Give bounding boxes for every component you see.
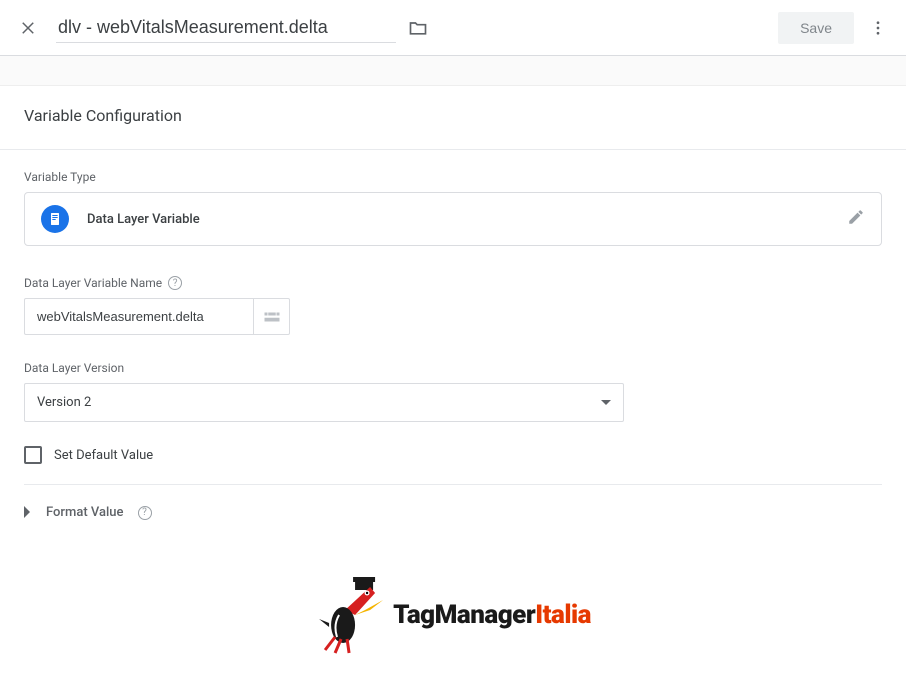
help-icon[interactable]: ? xyxy=(168,276,182,290)
help-icon[interactable]: ? xyxy=(138,506,152,520)
panel-title: Variable Configuration xyxy=(24,106,882,125)
watermark-logo: TagManagerItalia xyxy=(315,575,591,655)
close-button[interactable] xyxy=(16,16,40,40)
variable-type-label: Variable Type xyxy=(24,170,882,184)
watermark-text: TagManagerItalia xyxy=(393,600,591,630)
woodpecker-icon xyxy=(315,575,385,655)
chevron-right-icon xyxy=(24,503,32,522)
variable-type-card[interactable]: Data Layer Variable xyxy=(24,192,882,246)
format-value-label: Format Value xyxy=(46,505,124,520)
format-value-toggle[interactable]: Format Value ? xyxy=(24,503,882,522)
save-button[interactable]: Save xyxy=(778,12,854,44)
version-label: Data Layer Version xyxy=(24,361,882,375)
data-layer-icon xyxy=(41,205,69,233)
set-default-checkbox[interactable] xyxy=(24,446,42,464)
set-default-label: Set Default Value xyxy=(54,448,153,463)
chevron-down-icon xyxy=(601,395,611,410)
variable-type-name: Data Layer Variable xyxy=(87,212,200,227)
more-menu-button[interactable] xyxy=(866,16,890,40)
folder-icon[interactable] xyxy=(408,18,428,38)
variable-name-label: Data Layer Variable Name ? xyxy=(24,276,882,290)
edit-icon[interactable] xyxy=(847,208,865,230)
data-layer-variable-name-input[interactable] xyxy=(24,298,254,335)
variable-picker-button[interactable] xyxy=(254,298,290,335)
version-select[interactable]: Version 2 xyxy=(24,383,624,422)
variable-name-input[interactable] xyxy=(56,13,396,43)
